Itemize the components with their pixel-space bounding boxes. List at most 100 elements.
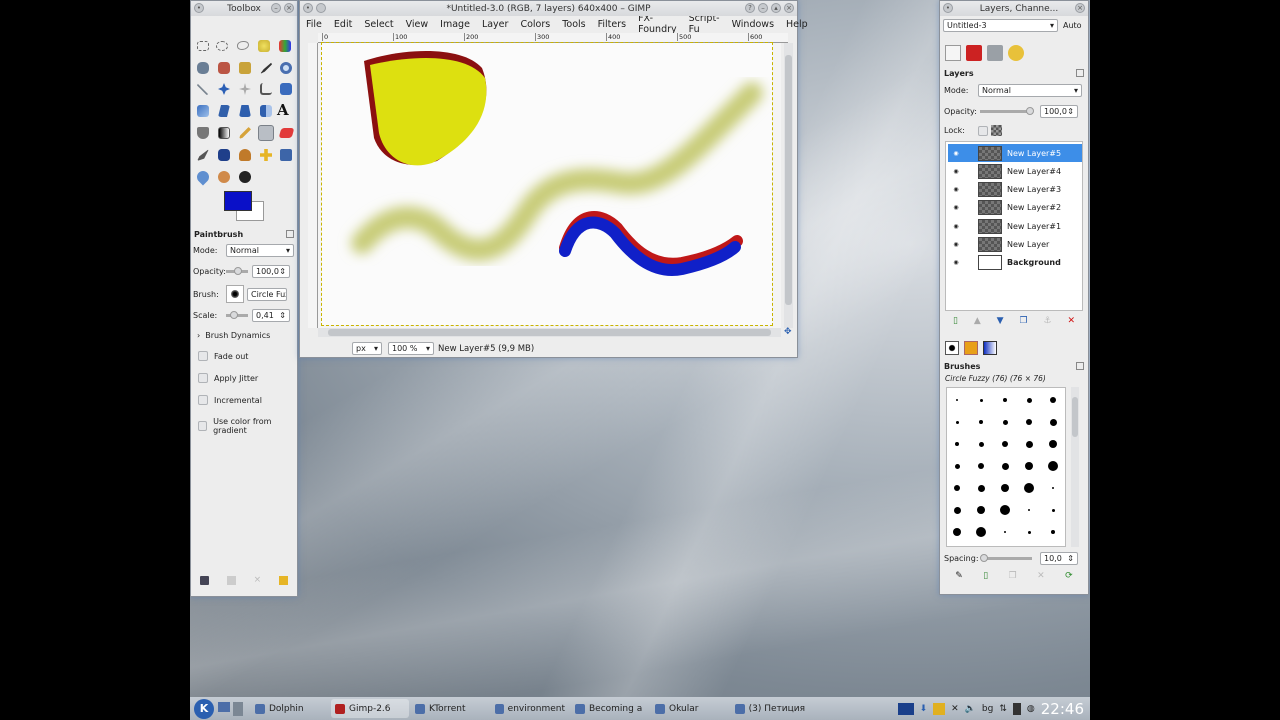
brush-preset-icon[interactable] bbox=[977, 484, 985, 492]
kde-menu-icon[interactable]: K bbox=[194, 698, 214, 719]
crop-tool-icon[interactable] bbox=[260, 83, 272, 95]
move-tool-icon[interactable] bbox=[218, 83, 230, 95]
brush-preset-icon[interactable] bbox=[1051, 508, 1055, 512]
fg-color-swatch[interactable] bbox=[224, 191, 252, 211]
restore-options-icon[interactable] bbox=[226, 575, 236, 585]
brush-preset-icon[interactable] bbox=[1001, 484, 1009, 492]
menu-item-view[interactable]: View bbox=[400, 19, 435, 30]
text-tool-icon[interactable]: A bbox=[277, 101, 293, 119]
menu-item-image[interactable]: Image bbox=[434, 19, 476, 30]
anchor-layer-icon[interactable]: ⚓ bbox=[1043, 316, 1051, 326]
zoom-select[interactable]: 100 % ▾ bbox=[388, 342, 434, 355]
menu-item-file[interactable]: File bbox=[300, 19, 328, 30]
brush-preset-icon[interactable] bbox=[1051, 530, 1055, 534]
pin-icon[interactable] bbox=[316, 3, 326, 13]
taskbar-item[interactable]: environment bbox=[491, 699, 569, 718]
download-icon[interactable]: ⬇ bbox=[920, 704, 928, 714]
keyboard-layout-indicator[interactable]: bg bbox=[982, 704, 993, 714]
blur-tool-icon[interactable] bbox=[194, 168, 212, 186]
brush-preset-icon[interactable] bbox=[1003, 398, 1007, 402]
perspective-tool-icon[interactable] bbox=[239, 105, 251, 117]
desktop-icon[interactable] bbox=[233, 701, 243, 716]
scale-slider[interactable] bbox=[226, 311, 248, 319]
brush-dynamics-expander[interactable]: › Brush Dynamics bbox=[197, 331, 270, 340]
canvas-area[interactable] bbox=[318, 42, 781, 328]
menu-item-colors[interactable]: Colors bbox=[514, 19, 556, 30]
close-icon[interactable]: ✕ bbox=[951, 704, 959, 714]
pager-icon[interactable] bbox=[218, 701, 230, 712]
window-menu-icon[interactable]: • bbox=[303, 3, 313, 13]
brushes-grid[interactable] bbox=[946, 387, 1066, 547]
visibility-eye-icon[interactable]: ◉ bbox=[948, 259, 964, 266]
layer-mode-select[interactable]: Normal ▾ bbox=[978, 84, 1082, 97]
spacing-slider[interactable] bbox=[980, 554, 1032, 562]
color-select-tool-icon[interactable] bbox=[279, 40, 291, 52]
brush-preset-icon[interactable] bbox=[1002, 441, 1008, 447]
shear-tool-icon[interactable] bbox=[218, 105, 230, 117]
help-icon[interactable]: ? bbox=[745, 3, 755, 13]
pencil-tool-icon[interactable] bbox=[239, 127, 251, 139]
menu-item-layer[interactable]: Layer bbox=[476, 19, 515, 30]
paths-tool-icon[interactable] bbox=[239, 62, 251, 74]
flip-tool-icon[interactable] bbox=[260, 105, 272, 117]
visibility-eye-icon[interactable]: ◉ bbox=[948, 150, 964, 157]
brush-preview-icon[interactable] bbox=[226, 285, 244, 303]
slider-handle[interactable] bbox=[1026, 107, 1034, 115]
brush-preset-icon[interactable] bbox=[979, 420, 983, 424]
brush-preset-icon[interactable] bbox=[955, 420, 959, 424]
lasso-tool-icon[interactable] bbox=[237, 41, 249, 50]
menu-item-select[interactable]: Select bbox=[358, 19, 399, 30]
rect-select-tool-icon[interactable] bbox=[197, 41, 209, 51]
brush-preset-icon[interactable] bbox=[978, 441, 984, 447]
slider-handle[interactable] bbox=[980, 554, 988, 562]
scale-input[interactable]: 0,41 ⇕ bbox=[252, 309, 290, 322]
new-layer-icon[interactable]: ▯ bbox=[953, 316, 958, 326]
slider-handle[interactable] bbox=[234, 267, 242, 275]
scroll-thumb[interactable] bbox=[785, 55, 792, 305]
delete-layer-icon[interactable]: ✕ bbox=[1067, 316, 1075, 326]
globe-icon[interactable]: ◍ bbox=[1027, 704, 1035, 714]
checkbox-icon[interactable] bbox=[198, 351, 208, 361]
lock-pixels-checkbox[interactable] bbox=[978, 125, 988, 136]
brush-preset-icon[interactable] bbox=[954, 463, 960, 469]
rotate-tool-icon[interactable] bbox=[280, 83, 292, 95]
taskbar-item[interactable]: Dolphin bbox=[251, 699, 329, 718]
ellipse-select-tool-icon[interactable] bbox=[216, 41, 228, 51]
bucket-fill-tool-icon[interactable] bbox=[197, 127, 209, 139]
volume-icon[interactable]: 🔈 bbox=[965, 704, 976, 714]
close-icon[interactable]: × bbox=[784, 3, 794, 13]
brush-preset-icon[interactable] bbox=[977, 506, 985, 514]
ink-tool-icon[interactable] bbox=[218, 149, 230, 161]
fade-out-checkbox[interactable]: Fade out bbox=[198, 351, 248, 361]
visibility-eye-icon[interactable]: ◉ bbox=[948, 168, 964, 175]
unit-select[interactable]: px ▾ bbox=[352, 342, 382, 355]
layer-opacity-slider[interactable] bbox=[980, 107, 1034, 115]
brush-preset-icon[interactable] bbox=[953, 506, 961, 514]
checkbox-icon[interactable] bbox=[198, 421, 208, 431]
brush-preset-icon[interactable] bbox=[1027, 530, 1031, 534]
brush-preset-icon[interactable] bbox=[1025, 440, 1033, 448]
incremental-checkbox[interactable]: Incremental bbox=[198, 395, 262, 405]
visibility-eye-icon[interactable]: ◉ bbox=[948, 204, 964, 211]
network-icon[interactable]: ⇅ bbox=[999, 704, 1007, 714]
layer-row[interactable]: ◉ New Layer bbox=[948, 236, 1082, 254]
brush-preset-icon[interactable] bbox=[956, 399, 958, 401]
brush-preset-icon[interactable] bbox=[978, 463, 984, 469]
brush-preset-icon[interactable] bbox=[953, 528, 961, 536]
menu-item-help[interactable]: Help bbox=[780, 19, 814, 30]
taskbar-item[interactable]: Gimp-2.6 bbox=[331, 699, 409, 718]
airbrush-tool-icon[interactable] bbox=[197, 149, 209, 161]
menu-item-edit[interactable]: Edit bbox=[328, 19, 358, 30]
image-select[interactable]: Untitled-3 ▾ bbox=[943, 19, 1058, 32]
zoom-tool-icon[interactable] bbox=[280, 62, 292, 74]
refresh-brushes-icon[interactable]: ⟳ bbox=[1065, 571, 1073, 581]
tab-channels-icon[interactable] bbox=[966, 45, 982, 61]
apply-jitter-checkbox[interactable]: Apply Jitter bbox=[198, 373, 258, 383]
clock[interactable]: 22:46 bbox=[1041, 700, 1084, 718]
align-tool-icon[interactable] bbox=[239, 83, 251, 95]
horizontal-scrollbar[interactable] bbox=[318, 328, 781, 337]
brush-preset-icon[interactable] bbox=[1004, 531, 1006, 533]
brushes-scrollbar[interactable] bbox=[1071, 387, 1079, 547]
brush-preset-icon[interactable] bbox=[1000, 505, 1010, 515]
menu-item-script-fu[interactable]: Script-Fu bbox=[683, 13, 726, 35]
